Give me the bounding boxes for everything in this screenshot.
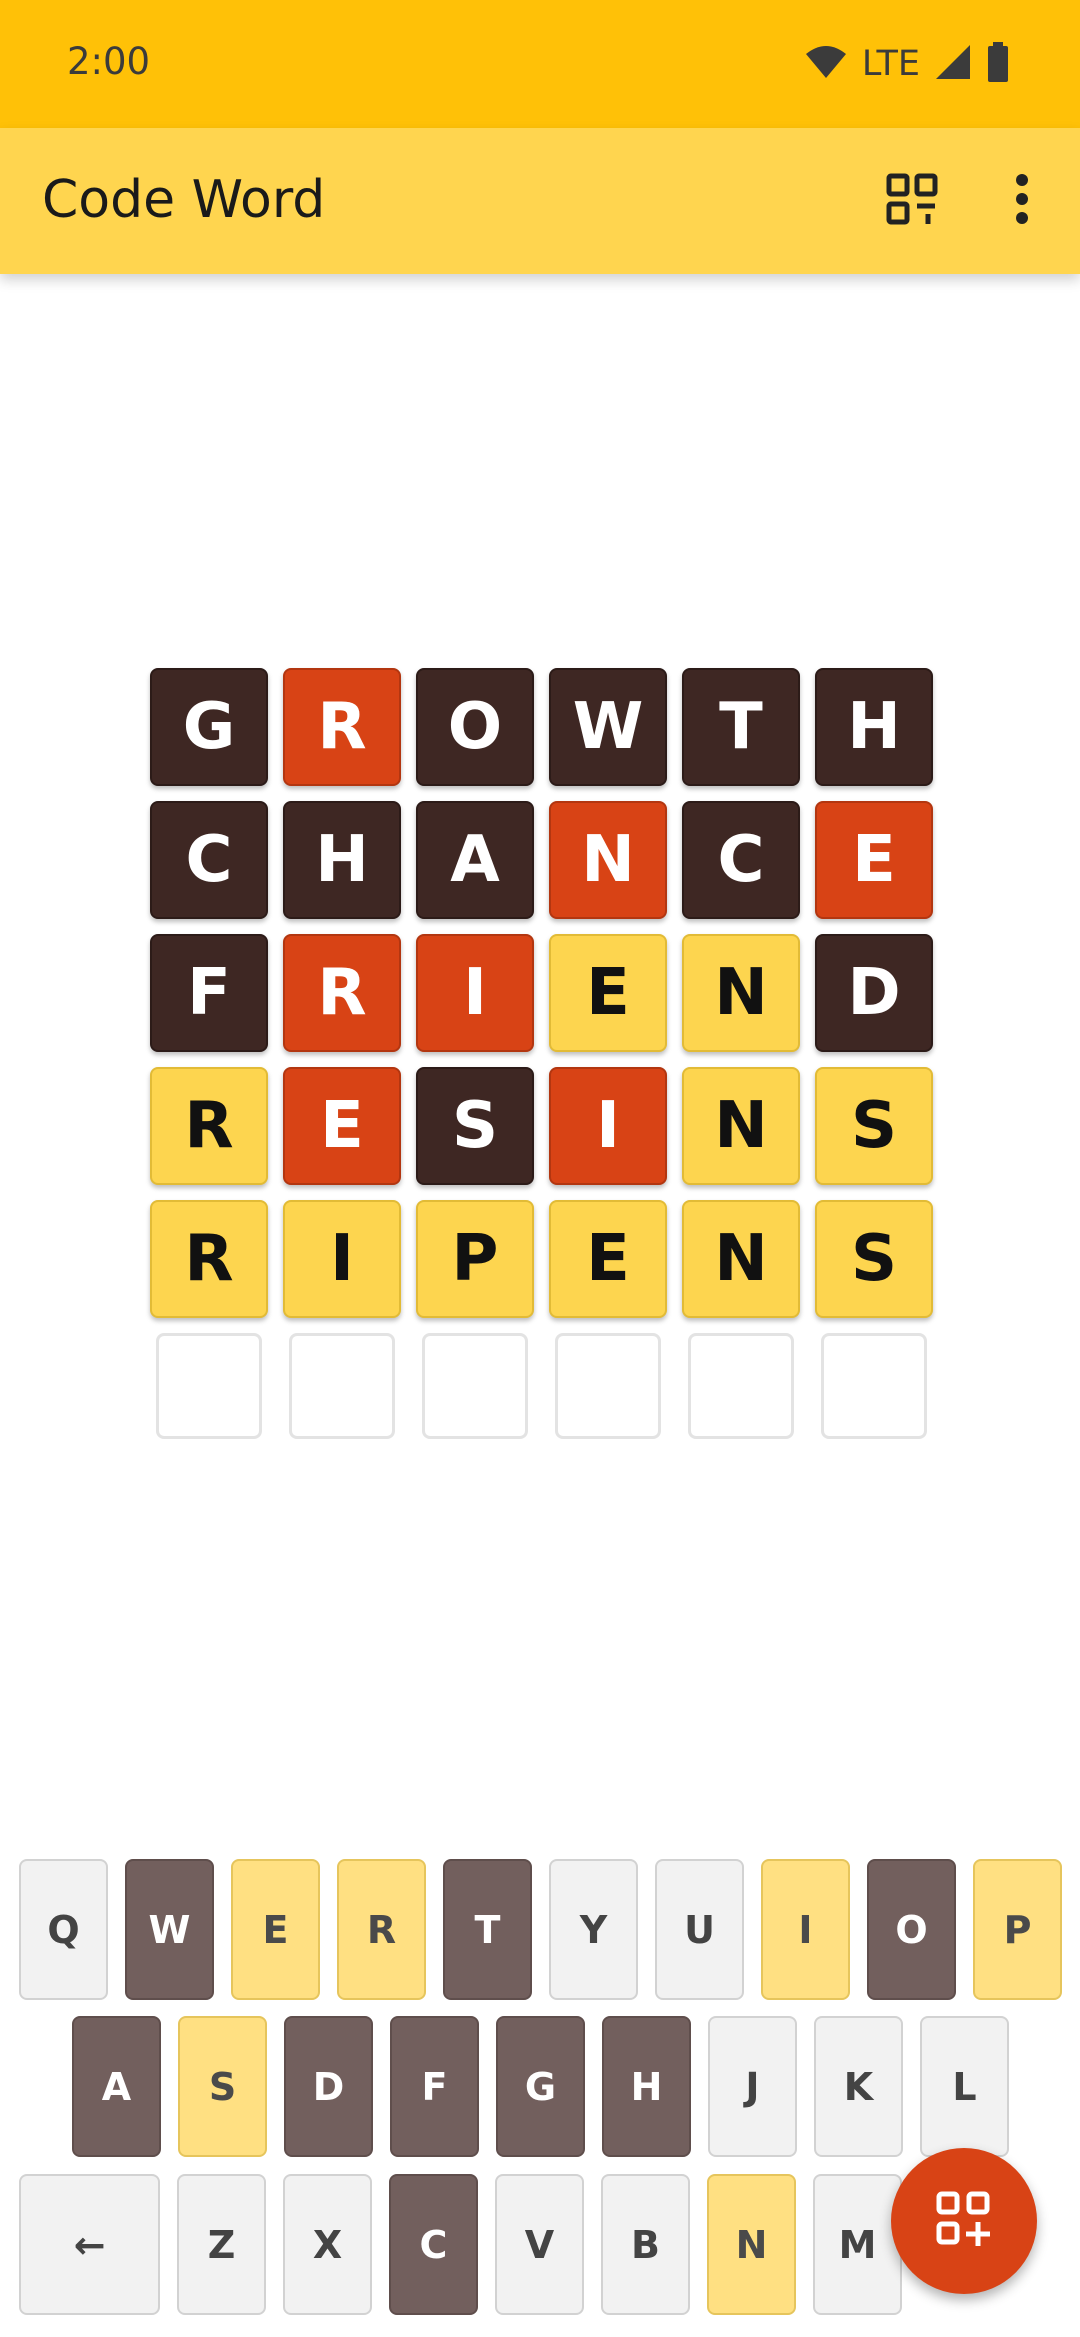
key-f[interactable]: F [390,2016,479,2157]
empty-tile [422,1333,528,1439]
status-time: 2:00 [67,40,151,83]
letter-tile: S [416,1067,534,1185]
key-g[interactable]: G [496,2016,585,2157]
app-title: Code Word [42,170,326,230]
grid-row: CHANCE [150,801,933,919]
key-d[interactable]: D [284,2016,373,2157]
key-q[interactable]: Q [19,1859,108,2000]
letter-tile: N [682,934,800,1052]
more-vert-icon [1015,174,1029,228]
key-p[interactable]: P [973,1859,1062,2000]
key-y[interactable]: Y [549,1859,638,2000]
key-n[interactable]: N [707,2174,796,2315]
word-grid: GROWTHCHANCEFRIENDRESINSRIPENS [150,668,933,1454]
key-t[interactable]: T [443,1859,532,2000]
grid-row: FRIEND [150,934,933,1052]
letter-tile: N [682,1200,800,1318]
letter-tile: H [815,668,933,786]
key-e[interactable]: E [231,1859,320,2000]
letter-tile: E [549,1200,667,1318]
key-c[interactable]: C [389,2174,478,2315]
key-w[interactable]: W [125,1859,214,2000]
key-m[interactable]: M [813,2174,902,2315]
key-r[interactable]: R [337,1859,426,2000]
key-s[interactable]: S [178,2016,267,2157]
add-grid-icon [935,2190,993,2252]
status-icons: LTE [804,40,1010,88]
letter-tile: F [150,934,268,1052]
key-b[interactable]: B [601,2174,690,2315]
qr-code-icon [886,173,938,229]
letter-tile: R [150,1200,268,1318]
key-v[interactable]: V [495,2174,584,2315]
letter-tile: A [416,801,534,919]
grid-row: RIPENS [150,1200,933,1318]
key-z[interactable]: Z [177,2174,266,2315]
letter-tile: H [283,801,401,919]
letter-tile: D [815,934,933,1052]
letter-tile: O [416,668,534,786]
letter-tile: I [283,1200,401,1318]
letter-tile: P [416,1200,534,1318]
key-o[interactable]: O [867,1859,956,2000]
letter-tile: R [283,934,401,1052]
grid-row [150,1333,933,1439]
signal-icon [934,43,972,85]
empty-tile [156,1333,262,1439]
grid-row: RESINS [150,1067,933,1185]
letter-tile: S [815,1067,933,1185]
empty-tile [821,1333,927,1439]
status-bar: 2:00 LTE [0,0,1080,128]
keyboard-row: ← Z X C V B N M [19,2174,902,2315]
wifi-icon [804,44,848,84]
letter-tile: I [416,934,534,1052]
empty-tile [688,1333,794,1439]
letter-tile: R [283,668,401,786]
letter-tile: C [150,801,268,919]
key-u[interactable]: U [655,1859,744,2000]
backspace-key[interactable]: ← [19,2174,160,2315]
app-bar: Code Word [0,128,1080,274]
add-game-fab[interactable] [891,2148,1037,2294]
letter-tile: G [150,668,268,786]
letter-tile: E [815,801,933,919]
battery-icon [986,42,1010,86]
key-i[interactable]: I [761,1859,850,2000]
letter-tile: W [549,668,667,786]
key-h[interactable]: H [602,2016,691,2157]
keyboard-row: ASDFGHJKL [72,2016,1009,2157]
key-j[interactable]: J [708,2016,797,2157]
letter-tile: E [549,934,667,1052]
keyboard-row: QWERTYUIOP [19,1859,1062,2000]
key-l[interactable]: L [920,2016,1009,2157]
empty-tile [555,1333,661,1439]
letter-tile: S [815,1200,933,1318]
grid-row: GROWTH [150,668,933,786]
letter-tile: I [549,1067,667,1185]
qr-code-button[interactable] [876,165,948,237]
key-x[interactable]: X [283,2174,372,2315]
letter-tile: N [682,1067,800,1185]
letter-tile: R [150,1067,268,1185]
key-k[interactable]: K [814,2016,903,2157]
letter-tile: N [549,801,667,919]
letter-tile: E [283,1067,401,1185]
letter-tile: T [682,668,800,786]
key-a[interactable]: A [72,2016,161,2157]
empty-tile [289,1333,395,1439]
letter-tile: C [682,801,800,919]
network-type: LTE [861,44,920,84]
more-options-button[interactable] [986,165,1058,237]
